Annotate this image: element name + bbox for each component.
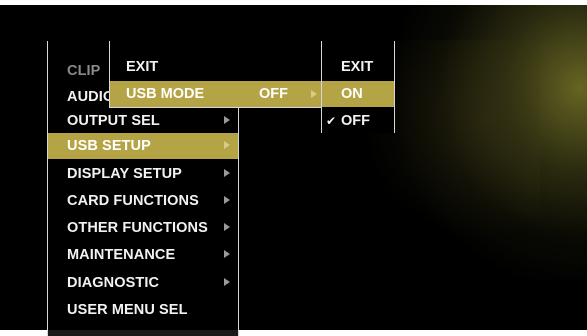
main-item-maintenance[interactable]: MAINTENANCE xyxy=(48,242,238,268)
main-item-label: USER MENU SEL xyxy=(67,302,188,318)
main-item-label: DIAGNOSTIC xyxy=(67,275,160,291)
submenu-exit[interactable]: EXIT xyxy=(110,54,322,80)
main-item-label: MAINTENANCE xyxy=(67,247,176,263)
main-item-user-menu-sel[interactable]: USER MENU SEL xyxy=(48,297,238,323)
submenu-exit-label: EXIT xyxy=(126,59,159,75)
main-item-diagnostic[interactable]: DIAGNOSTIC xyxy=(48,270,238,296)
main-item-label: DISPLAY SETUP xyxy=(67,166,182,182)
checkmark-icon: ✔ xyxy=(326,114,337,128)
submenu-arrow-icon xyxy=(224,169,230,177)
submenu-usb-mode[interactable]: USB MODE OFF xyxy=(110,81,322,107)
main-item-output-sel[interactable]: OUTPUT SEL xyxy=(48,108,238,134)
main-item-card-functions[interactable]: CARD FUNCTIONS xyxy=(48,188,238,214)
usb-mode-options: EXIT ON ✔ OFF xyxy=(321,41,395,133)
submenu-usb-mode-value: OFF xyxy=(259,86,288,102)
main-item-label: CARD FUNCTIONS xyxy=(67,193,199,209)
main-item-display-setup[interactable]: DISPLAY SETUP xyxy=(48,161,238,187)
top-border xyxy=(0,0,587,5)
main-item-label: AUDIO xyxy=(67,89,115,105)
submenu-arrow-icon xyxy=(224,278,230,286)
main-item-other-functions[interactable]: OTHER FUNCTIONS xyxy=(48,215,238,241)
usb-setup-submenu: EXIT USB MODE OFF xyxy=(109,41,322,108)
option-off[interactable]: ✔ OFF xyxy=(322,108,394,134)
submenu-arrow-icon xyxy=(224,223,230,231)
submenu-arrow-icon xyxy=(224,250,230,258)
option-exit-label: EXIT xyxy=(341,59,374,75)
option-on[interactable]: ON xyxy=(322,81,394,107)
main-item-label: OUTPUT SEL xyxy=(67,113,160,129)
submenu-arrow-icon xyxy=(224,196,230,204)
submenu-usb-mode-label: USB MODE xyxy=(126,86,205,102)
option-on-label: ON xyxy=(341,86,363,102)
main-item-label: CLIP xyxy=(67,63,101,79)
main-item-usb-setup[interactable]: USB SETUP xyxy=(48,133,238,159)
option-off-label: OFF xyxy=(341,113,370,129)
submenu-arrow-icon xyxy=(224,116,230,124)
option-exit[interactable]: EXIT xyxy=(322,54,394,80)
main-item-label: USB SETUP xyxy=(67,138,151,154)
camera-menu-screen: CLIP AUDIO OUTPUT SEL USB SETUP DISPLAY … xyxy=(0,0,587,336)
submenu-arrow-icon xyxy=(224,141,230,149)
main-item-label: OTHER FUNCTIONS xyxy=(67,220,208,236)
submenu-arrow-icon xyxy=(311,90,317,98)
